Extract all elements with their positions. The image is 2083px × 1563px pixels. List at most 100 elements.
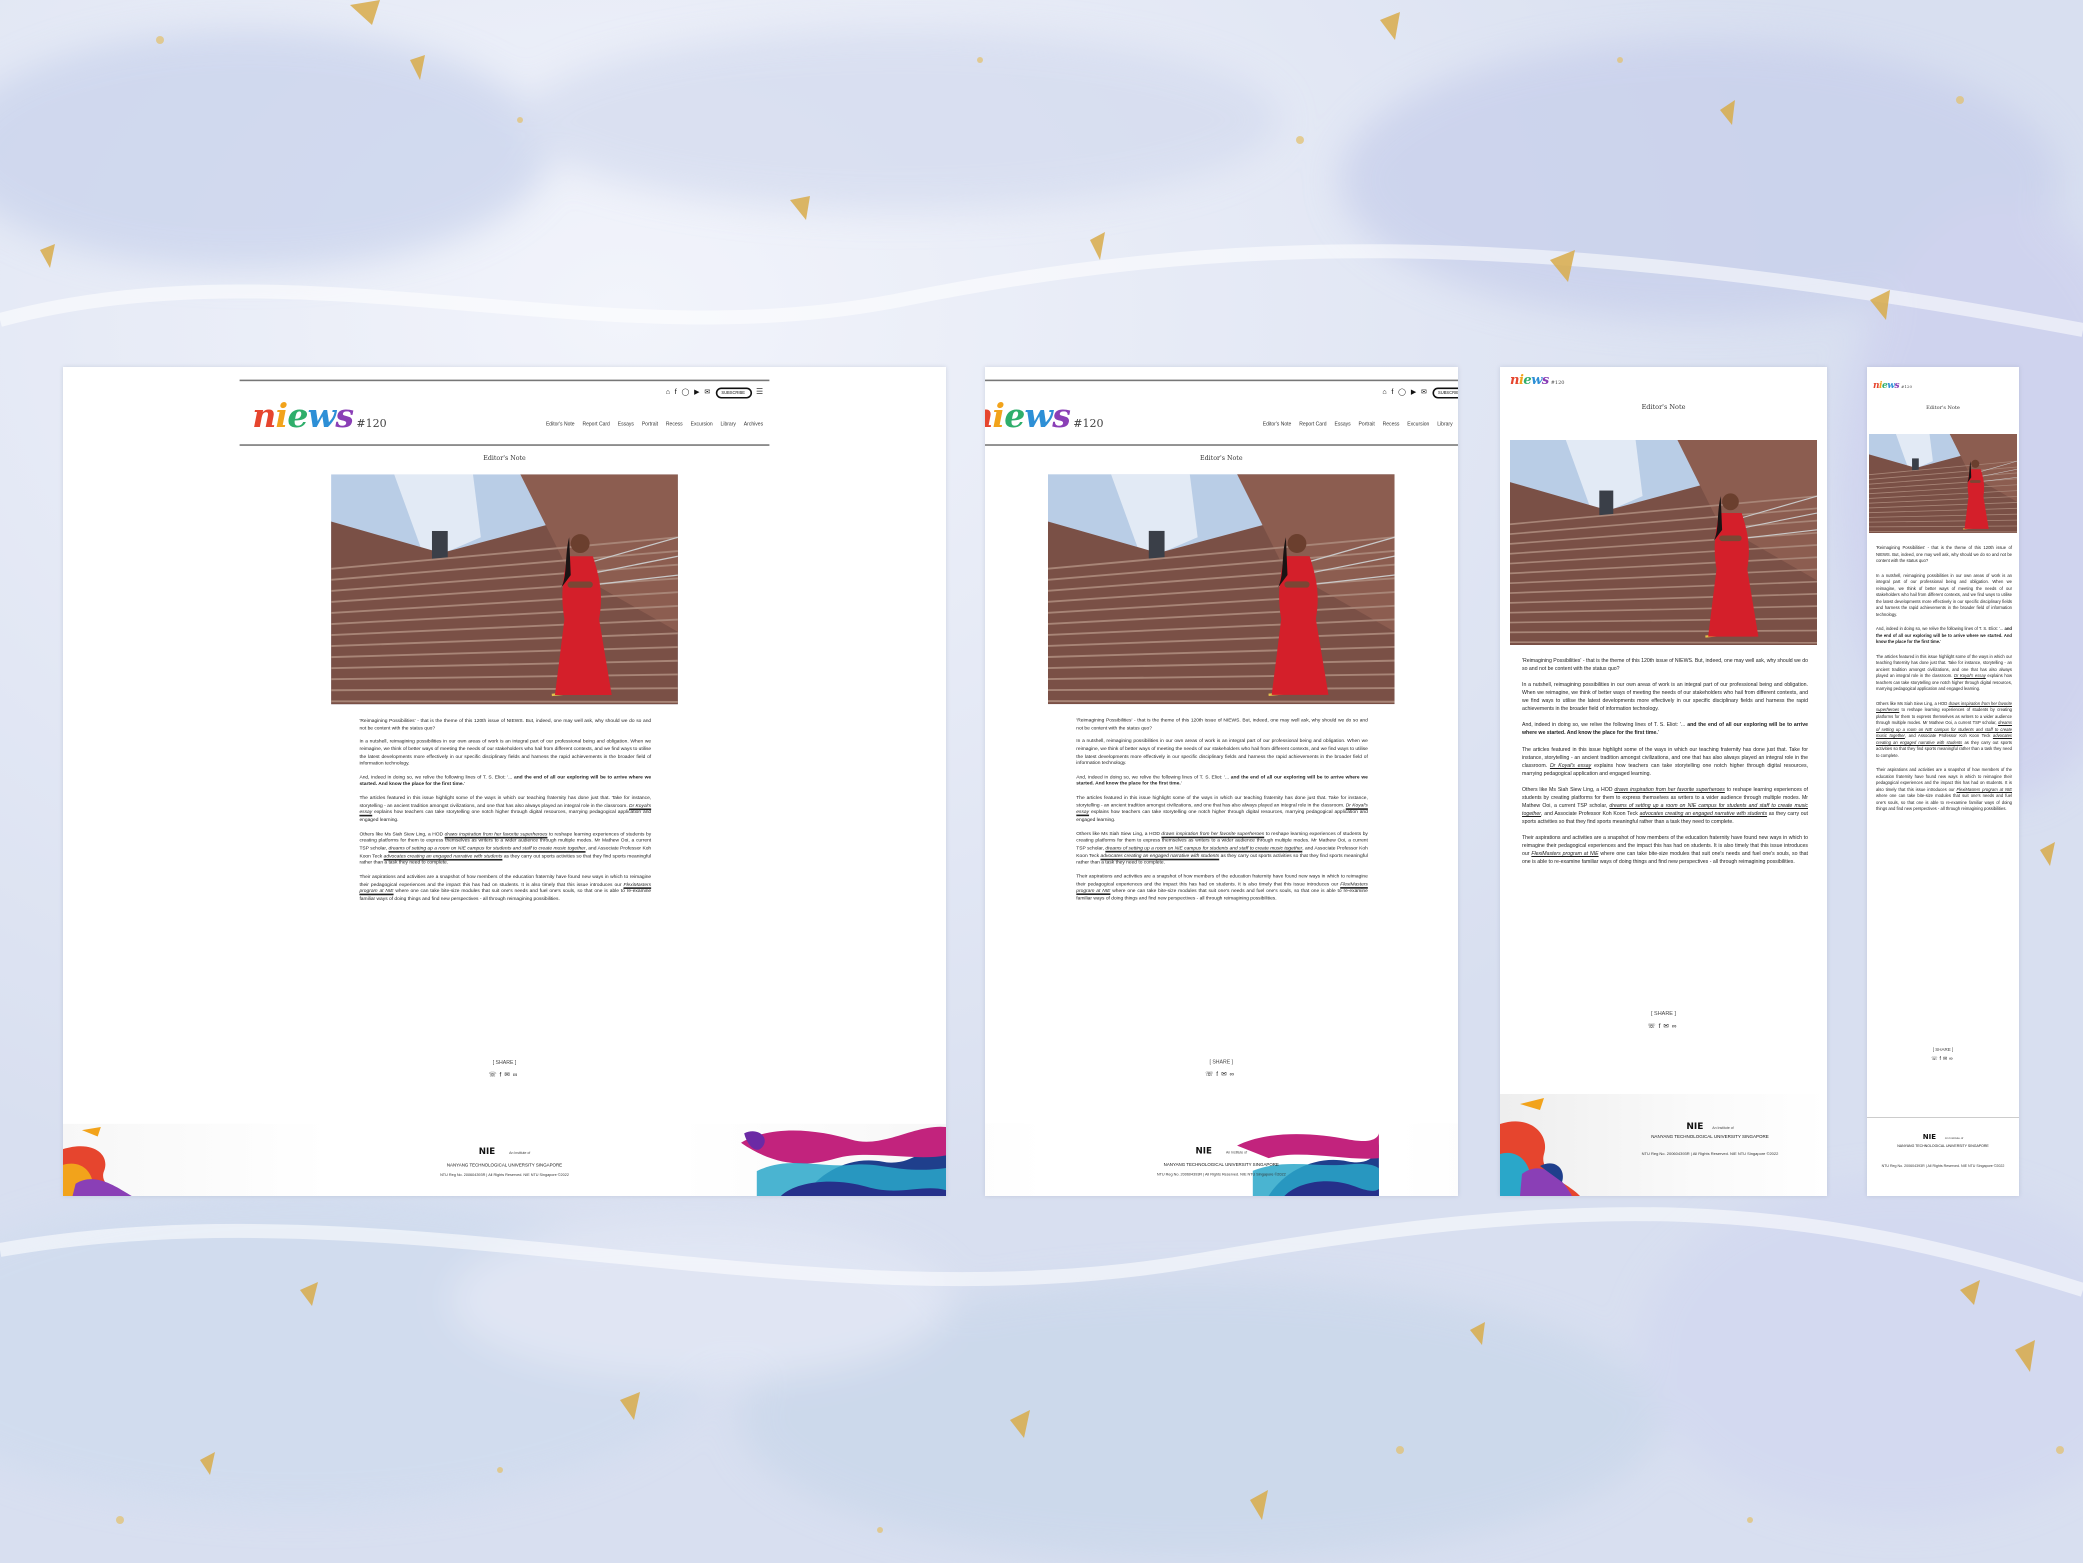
link-superheroes[interactable]: draws inspiration from her favorite supe…	[1614, 787, 1724, 793]
whatsapp-icon[interactable]: ☏	[1931, 1056, 1939, 1062]
paragraph-3: And, indeed in doing so, we relive the f…	[359, 773, 652, 788]
brand[interactable]: niews#120	[985, 395, 1104, 434]
nie-logo[interactable]: NIE	[1923, 1133, 1936, 1141]
nav-report-card[interactable]: Report Card	[582, 421, 609, 427]
site-header: niews#120 ⌂ f ◯ ▶ ✉ SUBSCRIBE ☰ Editor's…	[985, 379, 1458, 446]
section-title: Editor's Note	[1926, 405, 1960, 411]
paragraph-5: Others like Ms Siah Siew Ling, a HOD dra…	[359, 830, 652, 866]
site-footer: NIE An Institute of NANYANG TECHNOLOGICA…	[1500, 1094, 1827, 1196]
nie-logo[interactable]: NIE	[1196, 1147, 1212, 1156]
link-fleximasters[interactable]: FlexiMasters program at NIE	[1531, 851, 1598, 857]
ntu-logo[interactable]: NANYANG TECHNOLOGICAL UNIVERSITY SINGAPO…	[1095, 1161, 1347, 1167]
youtube-icon[interactable]: ▶	[694, 388, 699, 396]
nie-logo[interactable]: NIE	[1686, 1122, 1703, 1132]
email-icon[interactable]: ✉	[1421, 388, 1427, 396]
stair-edge	[1510, 641, 1817, 644]
nav-recess[interactable]: Recess	[1383, 421, 1400, 427]
email-icon[interactable]: ✉	[1663, 1023, 1671, 1030]
link-koyal-essay[interactable]: Dr Koyal's essay	[1550, 763, 1591, 769]
share-icons: ☏f✉∞	[985, 1070, 1458, 1078]
share-icons: ☏f✉∞	[1500, 1022, 1827, 1030]
whatsapp-icon[interactable]: ☏	[1647, 1023, 1658, 1030]
link-icon[interactable]: ∞	[1230, 1070, 1238, 1078]
facebook-icon[interactable]: f	[1392, 388, 1394, 396]
nav-excursion[interactable]: Excursion	[691, 421, 713, 427]
copyright-text: NTU Reg No. 200604393R | All Rights Rese…	[1157, 1172, 1286, 1178]
paragraph-1: 'Reimagining Possibilities' - that is th…	[1076, 716, 1369, 731]
link-fleximasters[interactable]: FlexiMasters program at NIE	[1957, 787, 2012, 792]
instagram-icon[interactable]: ◯	[681, 388, 689, 396]
whatsapp-icon[interactable]: ☏	[488, 1070, 499, 1078]
nav-excursion[interactable]: Excursion	[1408, 421, 1430, 427]
nav-editors-note[interactable]: Editor's Note	[546, 421, 575, 427]
nav-library[interactable]: Library	[1437, 421, 1452, 427]
nav-report-card[interactable]: Report Card	[1299, 421, 1326, 427]
hamburger-icon[interactable]: ☰	[756, 388, 763, 397]
link-music-room[interactable]: dreams of setting up a room on NIE campu…	[388, 845, 585, 851]
link-engaged-narrative[interactable]: advocates creating an engaged narrative …	[384, 852, 503, 858]
subscribe-button[interactable]: SUBSCRIBE	[1431, 387, 1458, 398]
subscribe-button[interactable]: SUBSCRIBE	[715, 387, 752, 398]
link-superheroes[interactable]: draws inspiration from her favorite supe…	[445, 830, 548, 836]
youtube-icon[interactable]: ▶	[1411, 388, 1416, 396]
paragraph-1: 'Reimagining Possibilities' - that is th…	[1522, 658, 1808, 673]
paragraph-3: And, indeed in doing so, we relive the f…	[1522, 722, 1809, 737]
stair-edge	[1048, 700, 1395, 703]
niews-logo[interactable]: niews	[1873, 381, 1899, 391]
desktop-preview-large: niews #120 ⌂ f ◯ ▶ ✉ SUBSCRIBE ☰ Editor's…	[63, 367, 946, 1196]
head	[570, 534, 590, 554]
mobile-preview: niews #120 Editor's Note 'Reimagining Pos…	[1867, 367, 2019, 1196]
mobile-layout: niews #120 Editor's Note 'Reimagining Pos…	[1867, 367, 2019, 1196]
ntu-logo[interactable]: NANYANG TECHNOLOGICAL UNIVERSITY SINGAPO…	[1610, 1134, 1810, 1139]
paragraph-4: The articles featured in this issue high…	[1076, 794, 1369, 823]
brand[interactable]: niews#120	[1510, 371, 1564, 389]
copyright-text: NTU Reg No. 200604393R | All Rights Rese…	[440, 1172, 569, 1178]
nav-recess[interactable]: Recess	[666, 421, 683, 427]
whatsapp-icon[interactable]: ☏	[1205, 1070, 1216, 1078]
nav-essays[interactable]: Essays	[618, 421, 634, 427]
paragraph-3: And, indeed in doing so, we relive the f…	[1876, 626, 2012, 644]
link-engaged-narrative[interactable]: advocates creating an engaged narrative …	[1101, 852, 1220, 858]
niews-logo[interactable]: niews	[1510, 373, 1549, 388]
issue-number: #120	[1550, 380, 1565, 386]
site-header: niews#120 ⌂ f ◯ ▶ ✉ SUBSCRIBE ☰ Editor's…	[239, 379, 770, 446]
home-icon[interactable]: ⌂	[1383, 388, 1387, 396]
site-footer: NIE An Institute of NANYANG TECHNOLOGICA…	[985, 1123, 1458, 1196]
nav-portrait[interactable]: Portrait	[1359, 421, 1375, 427]
ntu-logo[interactable]: NANYANG TECHNOLOGICAL UNIVERSITY SINGAPO…	[1877, 1144, 2009, 1148]
niews-logo[interactable]: niews	[252, 395, 354, 434]
brand[interactable]: niews#120	[252, 395, 386, 434]
section-title: Editor's Note	[1200, 453, 1243, 462]
nie-logo[interactable]: NIE	[479, 1148, 495, 1157]
nav-archives[interactable]: Archives	[744, 421, 763, 427]
link-superheroes[interactable]: draws inspiration from her favorite supe…	[1162, 830, 1265, 836]
tower	[431, 530, 448, 560]
article-body: 'Reimagining Possibilities' - that is th…	[1077, 717, 1369, 908]
link-icon[interactable]: ∞	[513, 1070, 521, 1078]
nav-editors-note[interactable]: Editor's Note	[1263, 421, 1292, 427]
link-icon[interactable]: ∞	[1672, 1023, 1680, 1030]
instagram-icon[interactable]: ◯	[1398, 388, 1406, 396]
section-title: Editor's Note	[483, 453, 526, 462]
issue-number: #120	[1073, 417, 1104, 431]
header-icons: ⌂ f ◯ ▶ ✉ SUBSCRIBE ☰	[1383, 387, 1458, 398]
facebook-icon[interactable]: f	[675, 388, 677, 396]
nav-portrait[interactable]: Portrait	[642, 421, 658, 427]
link-engaged-narrative[interactable]: advocates creating an engaged narrative …	[1640, 811, 1767, 817]
home-icon[interactable]: ⌂	[666, 388, 670, 396]
hero-photo	[1510, 440, 1817, 645]
tablet-layout: niews #120 Editor's Note 'Reimagining Pos…	[1500, 367, 1827, 1196]
niews-logo[interactable]: niews	[985, 395, 1071, 434]
link-icon[interactable]: ∞	[1949, 1056, 1955, 1062]
email-icon[interactable]: ✉	[704, 388, 710, 396]
footer-logos: NIE An Institute of NANYANG TECHNOLOGICA…	[1877, 1126, 2009, 1168]
article-body: 'Reimagining Possibilities' - that is th…	[359, 717, 651, 909]
ntu-logo[interactable]: NANYANG TECHNOLOGICAL UNIVERSITY SINGAPO…	[378, 1162, 630, 1168]
nav-library[interactable]: Library	[721, 421, 736, 427]
brand[interactable]: niews#120	[1873, 375, 1912, 393]
link-music-room[interactable]: dreams of setting up a room on NIE campu…	[1106, 844, 1303, 850]
nav-essays[interactable]: Essays	[1335, 421, 1351, 427]
paragraph-2: In a nutshell, reimagining possibilities…	[359, 737, 652, 767]
link-koyal-essay[interactable]: Dr Koyal's essay	[1954, 673, 1986, 678]
head	[1971, 459, 1980, 468]
